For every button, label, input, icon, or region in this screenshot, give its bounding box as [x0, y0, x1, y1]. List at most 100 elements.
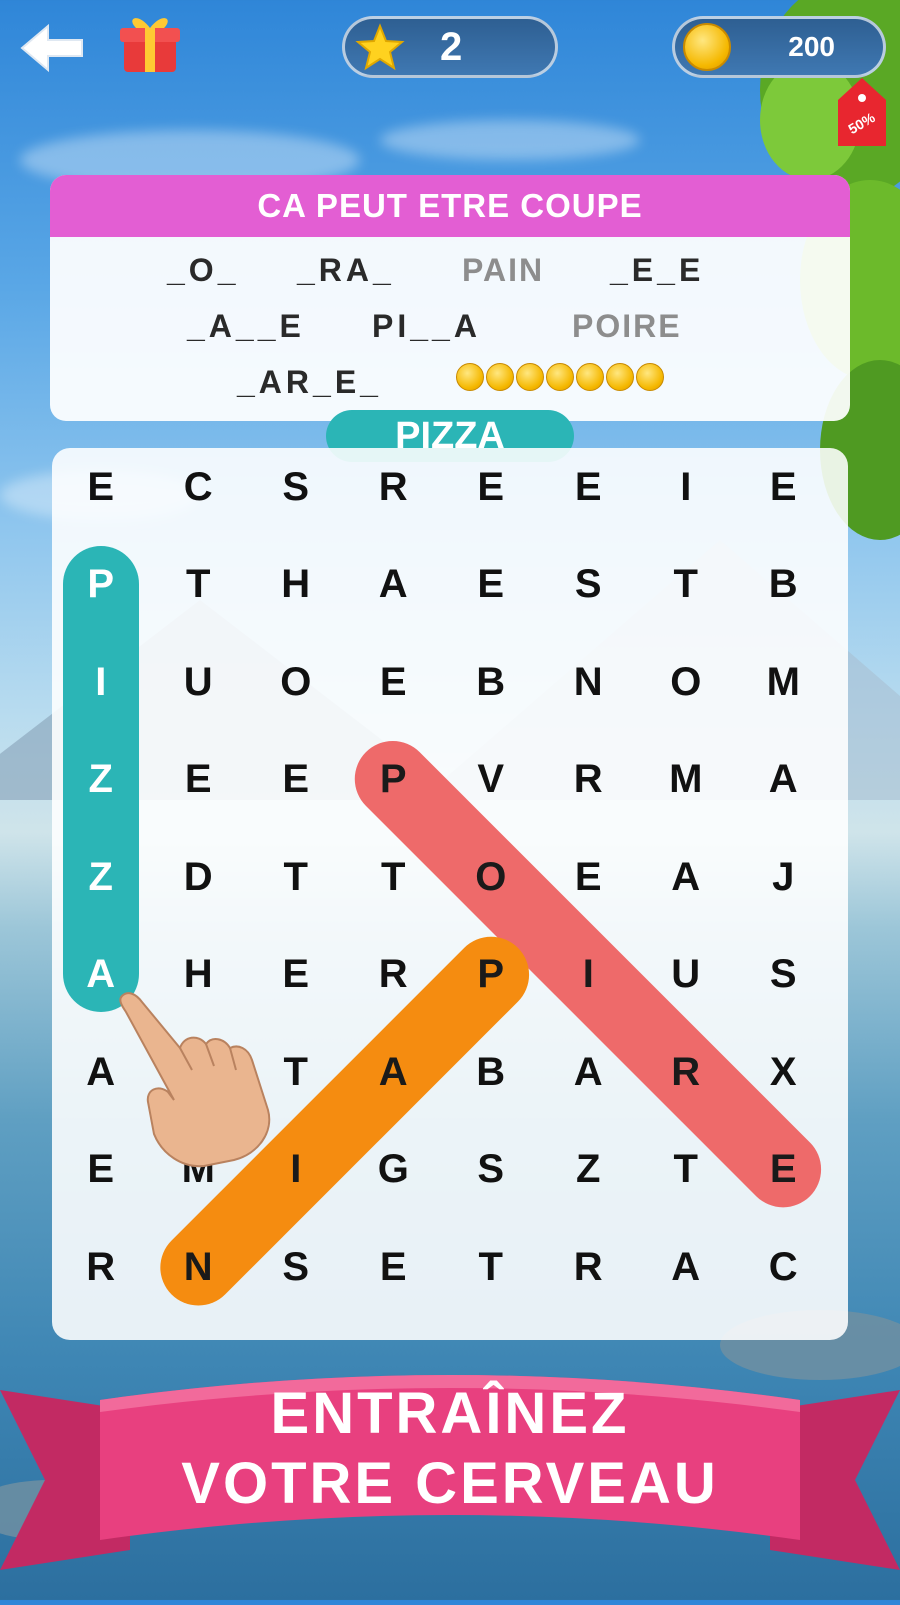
hint-coins: [456, 363, 666, 393]
hint-coin-icon: [456, 363, 484, 391]
grid-cell[interactable]: H: [246, 534, 346, 634]
grid-cell[interactable]: T: [148, 534, 248, 634]
grid-cell[interactable]: X: [733, 1022, 833, 1122]
grid-cell[interactable]: B: [441, 632, 541, 732]
grid-cell[interactable]: M: [733, 632, 833, 732]
pointing-hand-icon: [119, 992, 271, 1168]
grid-cell[interactable]: T: [636, 534, 736, 634]
grid-cell[interactable]: T: [343, 827, 443, 927]
found-word: POIRE: [572, 308, 682, 344]
coins-counter[interactable]: 200: [672, 16, 886, 78]
grid-cell[interactable]: P: [441, 924, 541, 1024]
grid-cell[interactable]: R: [538, 1217, 638, 1317]
stars-value: 2: [440, 25, 463, 69]
back-button[interactable]: [18, 22, 88, 74]
hidden-word: _E_E: [610, 252, 705, 288]
grid-cell[interactable]: V: [441, 729, 541, 829]
grid-cell[interactable]: S: [538, 534, 638, 634]
grid-cell[interactable]: J: [733, 827, 833, 927]
grid-cell[interactable]: I: [51, 632, 151, 732]
grid-cell[interactable]: T: [636, 1119, 736, 1219]
grid-cell[interactable]: E: [538, 827, 638, 927]
hidden-word: _A__E: [187, 308, 305, 344]
stars-counter: 2: [342, 16, 558, 78]
grid-cell[interactable]: B: [441, 1022, 541, 1122]
banner-line-1: ENTRAÎNEZ: [270, 1381, 630, 1446]
grid-cell[interactable]: B: [733, 534, 833, 634]
gift-button[interactable]: [118, 10, 182, 74]
hint-coin-icon: [486, 363, 514, 391]
grid-cell[interactable]: E: [343, 632, 443, 732]
grid-cell[interactable]: M: [636, 729, 736, 829]
gift-icon: [120, 18, 180, 72]
hint-coin-icon: [636, 363, 664, 391]
grid-cell[interactable]: R: [343, 924, 443, 1024]
found-word: PAIN: [462, 252, 545, 288]
grid-cell[interactable]: O: [636, 632, 736, 732]
grid-cell[interactable]: P: [343, 729, 443, 829]
grid-cell[interactable]: N: [538, 632, 638, 732]
hint-coin-icon: [516, 363, 544, 391]
clue-panel: CA PEUT ETRE COUPE _O_ _RA_ PAIN _E_E _A…: [50, 175, 850, 421]
grid-cell[interactable]: E: [343, 1217, 443, 1317]
grid-cell[interactable]: E: [441, 534, 541, 634]
grid-cell[interactable]: S: [733, 924, 833, 1024]
banner-line-2: VOTRE CERVEAU: [181, 1451, 719, 1516]
grid-cell[interactable]: N: [148, 1217, 248, 1317]
grid-cell[interactable]: R: [636, 1022, 736, 1122]
hidden-word: _RA_: [297, 252, 395, 288]
hint-coin-icon: [576, 363, 604, 391]
grid-cell[interactable]: U: [148, 632, 248, 732]
pointing-hand: [118, 990, 288, 1170]
grid-cell[interactable]: R: [343, 437, 443, 537]
grid-cell[interactable]: A: [538, 1022, 638, 1122]
grid-cell[interactable]: A: [343, 534, 443, 634]
hint-coin-icon: [606, 363, 634, 391]
grid-cell[interactable]: R: [51, 1217, 151, 1317]
star-icon: [355, 23, 405, 71]
grid-cell[interactable]: E: [733, 437, 833, 537]
sale-tag[interactable]: 50%: [836, 78, 888, 148]
grid-cell[interactable]: O: [246, 632, 346, 732]
hint-coin-icon: [546, 363, 574, 391]
grid-cell[interactable]: E: [148, 729, 248, 829]
grid-cell[interactable]: A: [343, 1022, 443, 1122]
grid-cell[interactable]: Z: [51, 827, 151, 927]
grid-cell[interactable]: G: [343, 1119, 443, 1219]
grid-cell[interactable]: T: [441, 1217, 541, 1317]
grid-cell[interactable]: O: [441, 827, 541, 927]
letter-grid[interactable]: ECSREEIEPTHAESTBIUOEBNOMZEEPVRMAZDTTOEAJ…: [52, 448, 848, 1340]
grid-cell[interactable]: P: [51, 534, 151, 634]
promo-banner: ENTRAÎNEZ VOTRE CERVEAU: [0, 1360, 900, 1600]
grid-cell[interactable]: Z: [51, 729, 151, 829]
grid-cell[interactable]: C: [148, 437, 248, 537]
grid-cell[interactable]: A: [636, 827, 736, 927]
grid-cell[interactable]: E: [538, 437, 638, 537]
grid-cell[interactable]: I: [538, 924, 638, 1024]
grid-cell[interactable]: I: [636, 437, 736, 537]
hidden-word: _O_: [167, 252, 240, 288]
grid-cell[interactable]: Z: [538, 1119, 638, 1219]
grid-cell[interactable]: E: [51, 437, 151, 537]
back-arrow-icon: [20, 23, 83, 73]
grid-cell[interactable]: S: [441, 1119, 541, 1219]
grid-cell[interactable]: C: [733, 1217, 833, 1317]
hidden-word: PI__A: [372, 308, 481, 344]
coins-value: 200: [788, 31, 835, 62]
grid-cell[interactable]: S: [246, 1217, 346, 1317]
grid-cell[interactable]: E: [733, 1119, 833, 1219]
grid-cell[interactable]: E: [441, 437, 541, 537]
grid-cell[interactable]: U: [636, 924, 736, 1024]
grid-cell[interactable]: D: [148, 827, 248, 927]
grid-cell[interactable]: S: [246, 437, 346, 537]
sale-tag-icon: 50%: [838, 78, 886, 146]
letter-grid-panel: ECSREEIEPTHAESTBIUOEBNOMZEEPVRMAZDTTOEAJ…: [52, 448, 848, 1340]
hidden-word: _AR_E_: [237, 364, 382, 400]
clue-title: CA PEUT ETRE COUPE: [50, 175, 850, 237]
grid-cell[interactable]: A: [733, 729, 833, 829]
grid-cell[interactable]: R: [538, 729, 638, 829]
grid-cell[interactable]: A: [636, 1217, 736, 1317]
coin-icon: [683, 23, 731, 71]
grid-cell[interactable]: E: [246, 729, 346, 829]
grid-cell[interactable]: T: [246, 827, 346, 927]
